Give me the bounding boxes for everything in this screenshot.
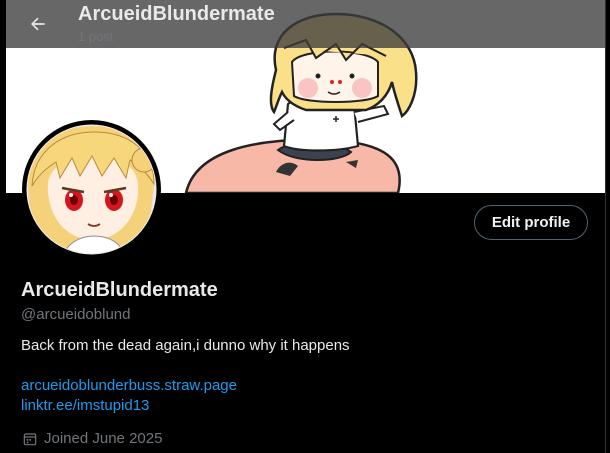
back-button[interactable] xyxy=(20,6,56,42)
post-count: 1 post xyxy=(78,29,114,44)
header-title: ArcueidBlundermate xyxy=(78,3,275,25)
arrow-left-icon xyxy=(31,17,45,31)
edit-profile-button[interactable]: Edit profile xyxy=(474,205,588,240)
top-bar: ArcueidBlundermate 1 post xyxy=(6,0,605,48)
avatar-illustration xyxy=(22,120,161,259)
joined-label: Joined June 2025 xyxy=(44,430,163,447)
display-name: ArcueidBlundermate xyxy=(21,279,218,301)
profile-link-1[interactable]: arcueidoblunderbuss.straw.page xyxy=(21,377,237,394)
joined-date: Joined June 2025 xyxy=(22,430,162,447)
avatar[interactable] xyxy=(22,120,161,259)
bio: Back from the dead again,i dunno why it … xyxy=(21,337,350,354)
profile-link-2[interactable]: linktr.ee/imstupid13 xyxy=(21,397,149,414)
right-frame xyxy=(605,0,610,453)
calendar-icon xyxy=(23,432,37,445)
handle: @arcueidoblund xyxy=(21,306,131,323)
